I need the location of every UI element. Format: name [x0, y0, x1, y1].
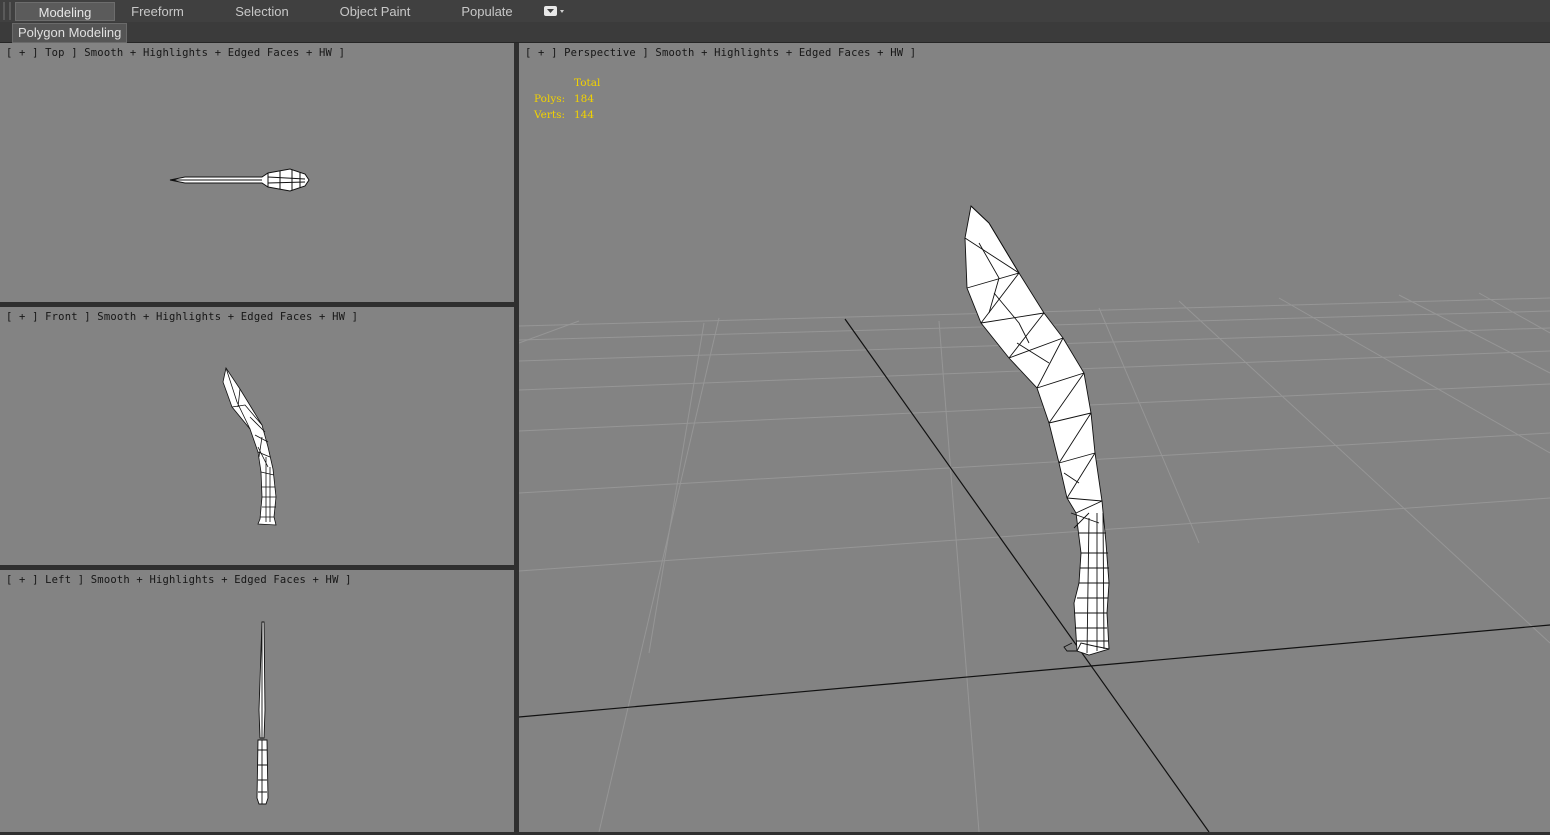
tab-populate[interactable]: Populate	[452, 2, 522, 21]
knife-front-wireframe	[222, 366, 277, 526]
ribbon-subbar: Polygon Modeling	[0, 22, 1550, 43]
viewport-front[interactable]: [ + ] Front ] Smooth + Highlights + Edge…	[0, 307, 514, 565]
knife-perspective-wireframe	[964, 205, 1110, 656]
tab-object-paint[interactable]: Object Paint	[330, 2, 420, 21]
knife-left-wireframe	[256, 621, 269, 805]
knife-top-wireframe	[169, 168, 310, 192]
tab-freeform[interactable]: Freeform	[120, 2, 195, 21]
grid-axes	[519, 318, 1550, 832]
polygon-modeling-panel-button[interactable]: Polygon Modeling	[12, 23, 128, 43]
viewport-top[interactable]: [ + ] Top ] Smooth + Highlights + Edged …	[0, 43, 514, 302]
perspective-scene	[519, 205, 1550, 832]
tab-modeling[interactable]: Modeling	[15, 2, 115, 21]
viewport-perspective[interactable]: [ + ] Perspective ] Smooth + Highlights …	[519, 43, 1550, 832]
viewport-left[interactable]: [ + ] Left ] Smooth + Highlights + Edged…	[0, 570, 514, 832]
ribbon-tabbar: Modeling Freeform Selection Object Paint…	[0, 0, 1550, 23]
dropdown-toggle-icon[interactable]	[543, 4, 565, 18]
tab-selection[interactable]: Selection	[222, 2, 302, 21]
ribbon-grip-handle[interactable]	[3, 2, 11, 20]
